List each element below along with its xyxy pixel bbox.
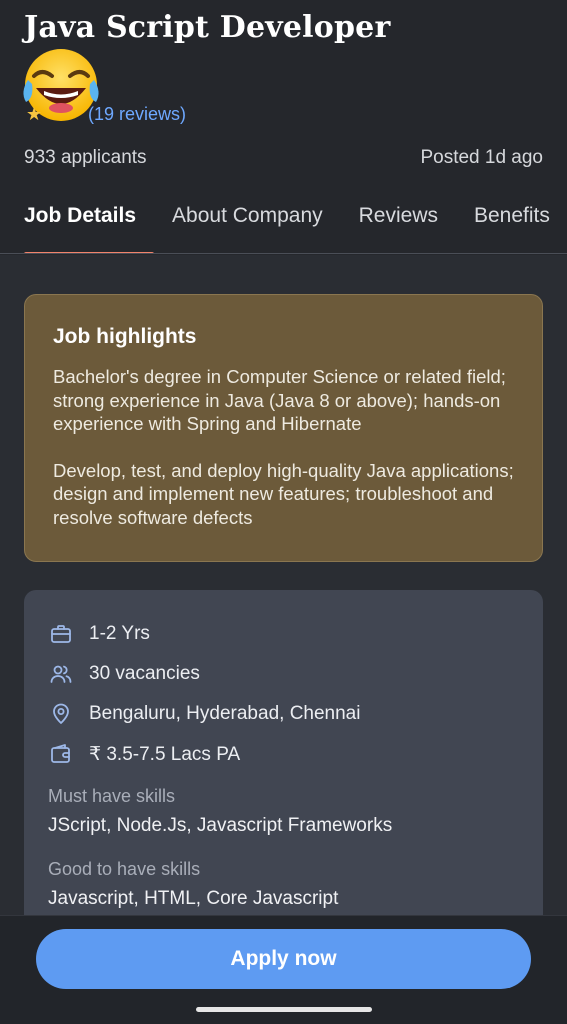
must-have-skills-value: JScript, Node.Js, Javascript Frameworks bbox=[48, 815, 393, 836]
posted-date: Posted 1d ago bbox=[420, 147, 543, 168]
tab-benefits[interactable]: Benefits bbox=[456, 196, 567, 253]
vacancies-value: 30 vacancies bbox=[89, 663, 200, 684]
home-indicator[interactable] bbox=[196, 1007, 372, 1012]
wallet-icon bbox=[48, 741, 74, 767]
highlights-responsibilities: Develop, test, and deploy high-quality J… bbox=[53, 459, 514, 528]
location-row: Bengaluru, Hyderabad, Chennai bbox=[48, 694, 519, 734]
rating-row: ★ (19 reviews) bbox=[26, 104, 186, 125]
salary-value: ₹ 3.5-7.5 Lacs PA bbox=[89, 743, 241, 765]
highlights-title: Job highlights bbox=[53, 325, 197, 348]
job-header: Java Script Developer ★ (19 reviews) 933… bbox=[0, 0, 567, 255]
good-to-have-skills-label: Good to have skills bbox=[48, 859, 201, 879]
experience-row: 1-2 Yrs bbox=[48, 614, 519, 654]
experience-value: 1-2 Yrs bbox=[89, 623, 150, 644]
people-icon bbox=[48, 661, 74, 687]
star-icon: ★ bbox=[26, 104, 43, 124]
job-details-card: 1-2 Yrs 30 vacancies Bengaluru, Hyderaba… bbox=[24, 590, 543, 930]
job-title: Java Script Developer bbox=[24, 10, 391, 45]
location-pin-icon bbox=[48, 701, 74, 727]
tab-reviews[interactable]: Reviews bbox=[341, 196, 456, 253]
bottom-action-bar: Apply now bbox=[0, 915, 567, 1024]
location-value: Bengaluru, Hyderabad, Chennai bbox=[89, 703, 361, 724]
good-to-have-skills-value: Javascript, HTML, Core Javascript bbox=[48, 888, 339, 909]
must-have-skills-label: Must have skills bbox=[48, 786, 176, 806]
tab-bar: Job Details About Company Reviews Benefi… bbox=[0, 196, 567, 254]
vacancies-row: 30 vacancies bbox=[48, 654, 519, 694]
tab-about-company[interactable]: About Company bbox=[154, 196, 341, 253]
salary-row: ₹ 3.5-7.5 Lacs PA bbox=[48, 734, 519, 774]
highlights-requirements: Bachelor's degree in Computer Science or… bbox=[53, 366, 506, 434]
job-highlights-card: Job highlights Bachelor's degree in Comp… bbox=[24, 294, 543, 562]
applicants-count: 933 applicants bbox=[24, 147, 147, 168]
reviews-link[interactable]: (19 reviews) bbox=[88, 104, 186, 125]
apply-now-button[interactable]: Apply now bbox=[36, 929, 531, 989]
briefcase-icon bbox=[48, 621, 74, 647]
tab-job-details[interactable]: Job Details bbox=[0, 196, 155, 253]
